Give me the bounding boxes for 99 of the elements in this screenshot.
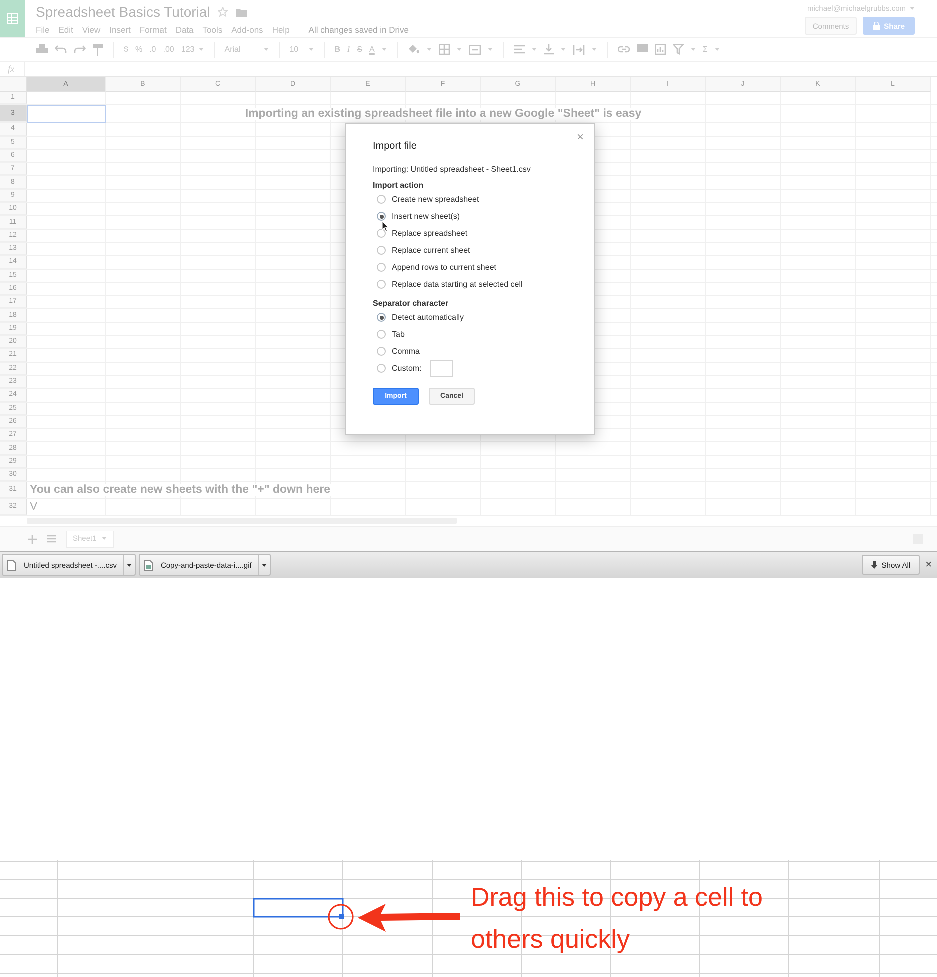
annotation-text: Drag this to copy a cell to others quickly [471, 881, 764, 956]
caret-icon[interactable] [592, 48, 597, 51]
option-label[interactable]: Replace data starting at selected cell [392, 280, 523, 289]
radio-button[interactable] [377, 212, 386, 221]
percent-format-button[interactable]: % [135, 45, 143, 54]
caret-icon[interactable] [264, 48, 269, 51]
file-name-line: Importing: Untitled spreadsheet - Sheet1.csv [373, 165, 532, 174]
lock-icon [873, 22, 880, 30]
caret-icon[interactable] [456, 48, 462, 51]
font-size-dropdown[interactable]: 10 [290, 45, 314, 54]
custom-separator-field[interactable] [430, 360, 453, 377]
download-icon [870, 560, 878, 570]
caret-icon[interactable] [198, 48, 204, 51]
add-sheet-icon[interactable] [28, 534, 37, 544]
menu-item[interactable]: Edit [58, 24, 74, 34]
menu-item[interactable]: Format [140, 24, 167, 34]
document-title[interactable]: Spreadsheet Basics Tutorial [36, 4, 210, 20]
download-menu-button[interactable] [122, 555, 135, 576]
fill-handle[interactable] [340, 914, 344, 920]
option-label[interactable]: Append rows to current sheet [392, 263, 497, 272]
menu-item[interactable]: Add-ons [232, 24, 264, 34]
folder-icon[interactable] [236, 8, 248, 16]
radio-button[interactable] [377, 246, 386, 255]
font-dropdown[interactable]: Arial [224, 45, 269, 54]
caret-icon[interactable] [714, 48, 720, 51]
caret-icon[interactable] [910, 7, 915, 10]
caret-icon[interactable] [308, 48, 314, 51]
section-heading: Separator character [373, 299, 450, 308]
increase-decimals-button[interactable]: .00 [163, 45, 174, 54]
redo-icon[interactable] [74, 45, 86, 54]
highlight-circle [328, 904, 354, 930]
caret-icon[interactable] [102, 537, 107, 540]
close-button[interactable]: × [576, 130, 584, 144]
caret-icon[interactable] [532, 48, 537, 51]
option-label[interactable]: Replace spreadsheet [392, 229, 468, 238]
option-label[interactable]: Comma [392, 347, 420, 356]
option-label[interactable]: Insert new sheet(s) [392, 212, 460, 221]
option-label[interactable]: Replace current sheet [392, 246, 470, 255]
text-color-button[interactable]: A [370, 45, 375, 54]
print-icon[interactable] [36, 44, 48, 55]
align-icon[interactable] [514, 45, 525, 54]
borders-icon[interactable] [438, 44, 450, 55]
functions-button[interactable]: Σ [702, 45, 708, 54]
number-format-dropdown[interactable]: 123 [181, 45, 204, 54]
selected-cell[interactable] [253, 898, 344, 918]
text-wrap-icon[interactable] [572, 44, 585, 54]
star-icon[interactable] [218, 7, 228, 17]
radio-button[interactable] [377, 347, 386, 356]
paint-format-icon[interactable] [93, 44, 103, 56]
caret-icon [126, 564, 132, 567]
grid-icon [6, 12, 18, 24]
cursor-icon [382, 221, 389, 232]
bold-button[interactable]: B [334, 45, 341, 54]
undo-icon[interactable] [55, 45, 67, 54]
radio-button[interactable] [377, 313, 386, 322]
link-icon[interactable] [618, 46, 630, 53]
menu-item[interactable]: Insert [110, 24, 131, 34]
radio-button[interactable] [377, 330, 386, 339]
option-label[interactable]: Detect automatically [392, 313, 464, 322]
radio-button[interactable] [377, 280, 386, 289]
radio-button[interactable] [377, 229, 386, 238]
caret-icon[interactable] [426, 48, 432, 51]
sheet-list-icon[interactable] [47, 535, 56, 544]
sheets-logo[interactable] [0, 0, 25, 37]
section-heading: Import action [373, 181, 425, 190]
strikethrough-button[interactable]: S [357, 45, 363, 54]
select-all-corner[interactable] [0, 77, 27, 92]
menu-item[interactable]: Help [272, 24, 290, 34]
chart-icon[interactable] [654, 44, 666, 55]
option-label[interactable]: Custom: [392, 364, 422, 373]
close-button[interactable]: × [922, 559, 935, 572]
selected-cell[interactable] [27, 105, 106, 124]
radio-button[interactable] [377, 364, 386, 373]
image-file-icon [144, 560, 153, 571]
vertical-align-icon[interactable] [544, 44, 554, 55]
caret-icon [262, 564, 267, 567]
caret-icon[interactable] [560, 48, 566, 51]
italic-button[interactable]: I [348, 45, 350, 54]
menu-item[interactable]: Tools [202, 24, 223, 34]
caret-icon[interactable] [488, 48, 493, 51]
radio-button[interactable] [377, 263, 386, 272]
caret-icon[interactable] [690, 48, 696, 51]
merge-cells-icon[interactable] [468, 44, 481, 54]
save-status: All changes saved in Drive [308, 24, 409, 34]
fill-color-icon[interactable] [408, 44, 420, 55]
radio-button[interactable] [377, 195, 386, 204]
cell-text: You can also create new sheets with the "+" down here [27, 484, 334, 496]
menu-item[interactable]: File [36, 24, 50, 34]
dialog-title: Import file [373, 141, 418, 152]
option-label[interactable]: Create new spreadsheet [392, 195, 480, 204]
caret-icon[interactable] [382, 48, 387, 51]
menu-item[interactable]: Data [176, 24, 194, 34]
decrease-decimals-button[interactable]: .0 [150, 45, 156, 54]
option-label[interactable]: Tab [392, 330, 405, 339]
file-icon [7, 560, 16, 571]
menu-item[interactable]: View [82, 24, 101, 34]
filter-icon[interactable] [672, 44, 684, 55]
download-menu-button[interactable] [258, 555, 270, 576]
currency-format-button[interactable]: $ [124, 45, 128, 54]
